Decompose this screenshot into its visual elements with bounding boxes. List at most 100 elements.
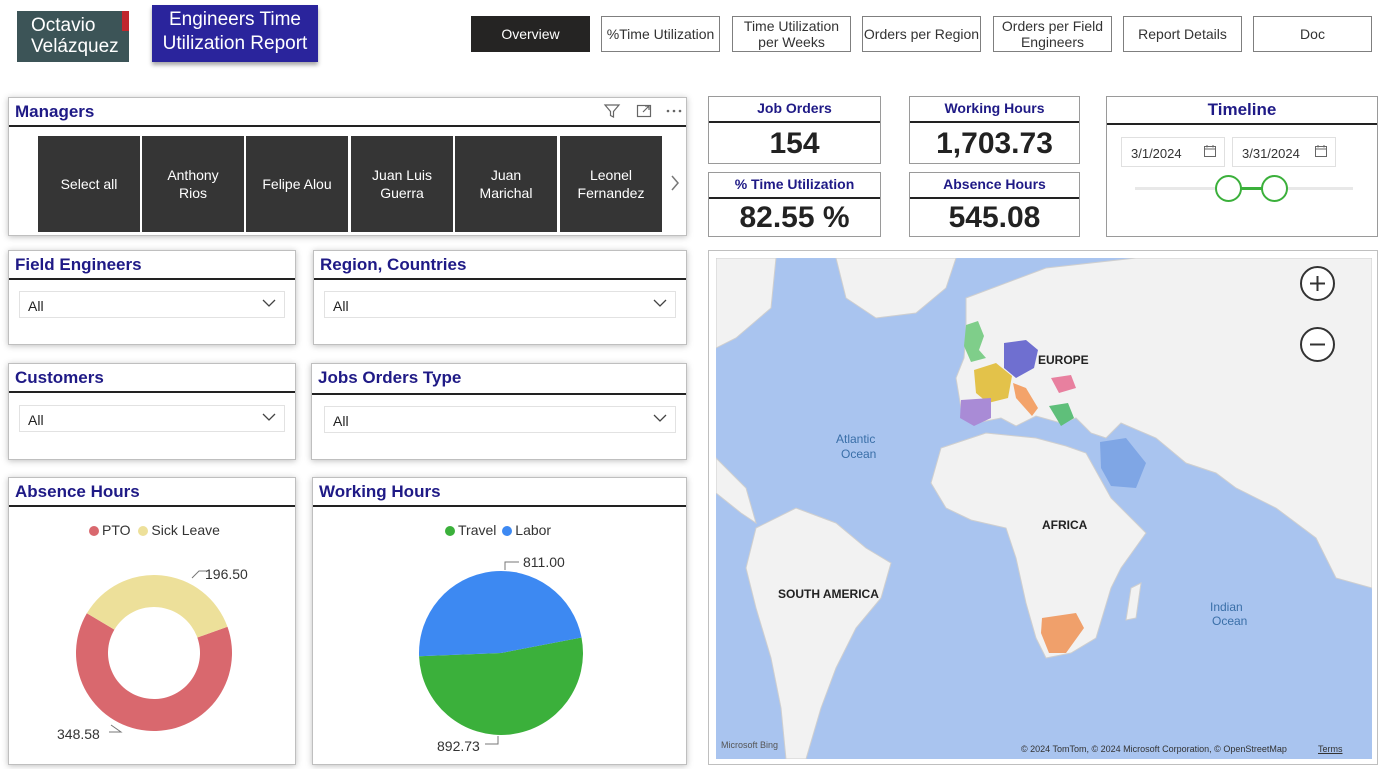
- timeline-title: Timeline: [1207, 100, 1277, 119]
- plus-icon: [1310, 276, 1325, 291]
- nav-doc-label: Doc: [1300, 26, 1325, 42]
- map-label-africa: AFRICA: [1042, 518, 1088, 532]
- chevron-down-icon: [653, 414, 667, 422]
- map-label-indian-ocean: Ocean: [1212, 614, 1247, 628]
- map-copyright: © 2024 TomTom, © 2024 Microsoft Corporat…: [1021, 744, 1287, 754]
- kpi-divider: [910, 121, 1079, 123]
- nav-report-details-label: Report Details: [1138, 26, 1227, 42]
- region-countries-dropdown[interactable]: All: [324, 291, 676, 318]
- job-orders-card: Job Orders 154: [708, 96, 881, 164]
- map-label-atlantic: Atlantic: [836, 432, 875, 446]
- nav-time-utilization-label: %Time Utilization: [606, 26, 715, 42]
- nav-utilization-weeks-button[interactable]: Time Utilization per Weeks: [732, 16, 851, 52]
- job-orders-type-dropdown[interactable]: All: [324, 406, 676, 433]
- field-engineers-slicer: Field Engineers All: [8, 250, 296, 345]
- logo-line-1: Octavio: [31, 15, 96, 36]
- kpi-value: 545.08: [948, 201, 1041, 234]
- label-leader-line: [485, 736, 499, 745]
- manager-tile-leonel-fernandez[interactable]: Leonel Fernandez: [560, 136, 662, 232]
- customers-title: Customers: [15, 368, 104, 387]
- kpi-label: Job Orders: [757, 100, 832, 116]
- working-pie-svg: [419, 561, 583, 745]
- calendar-icon: [1204, 145, 1216, 157]
- zoom-in-button[interactable]: [1300, 266, 1335, 301]
- more-options-icon[interactable]: [665, 102, 683, 120]
- slicer-divider: [312, 393, 686, 395]
- nav-doc-button[interactable]: Doc: [1253, 16, 1372, 52]
- data-label-travel: 892.73: [437, 738, 480, 754]
- next-arrow-icon[interactable]: [668, 172, 682, 194]
- data-label-labor: 811.00: [523, 554, 565, 570]
- calendar-icon: [1315, 145, 1327, 157]
- dropdown-value: All: [333, 298, 349, 314]
- report-title-line-1: Engineers Time: [168, 9, 301, 30]
- end-date-input[interactable]: 3/31/2024: [1232, 137, 1336, 167]
- kpi-divider: [709, 197, 880, 199]
- job-orders-type-slicer: Jobs Orders Type All: [311, 363, 687, 460]
- absence-donut-svg: [76, 570, 232, 733]
- manager-tile-felipe-alou[interactable]: Felipe Alou: [246, 136, 348, 232]
- chevron-down-icon: [262, 299, 276, 307]
- kpi-value: 82.55 %: [739, 201, 850, 234]
- customers-slicer: Customers All: [8, 363, 296, 460]
- zoom-out-button[interactable]: [1300, 327, 1335, 362]
- absence-hours-chart: Absence Hours PTO Sick Leave 196.50 348.…: [8, 477, 296, 765]
- slicer-divider: [314, 278, 686, 280]
- manager-tile-juan-luis-guerra[interactable]: Juan Luis Guerra: [351, 136, 453, 232]
- report-title-line-2: Utilization Report: [162, 33, 308, 54]
- nav-overview-label: Overview: [501, 26, 560, 42]
- nav-report-details-button[interactable]: Report Details: [1123, 16, 1242, 52]
- manager-tile-juan-marichal[interactable]: Juan Marichal: [455, 136, 557, 232]
- working-hours-chart: Working Hours Travel Labor 811.00 892.73: [312, 477, 687, 765]
- nav-orders-region-label: Orders per Region: [863, 26, 980, 42]
- minus-icon: [1310, 343, 1325, 346]
- dropdown-value: All: [28, 412, 44, 428]
- kpi-value: 1,703.73: [936, 127, 1053, 160]
- world-map[interactable]: EUROPE AFRICA SOUTH AMERICA Atlantic Oce…: [716, 258, 1372, 759]
- kpi-label: % Time Utilization: [734, 176, 855, 192]
- timeline-start-handle[interactable]: [1215, 175, 1242, 202]
- field-engineers-title: Field Engineers: [15, 255, 142, 274]
- manager-tile-label: Juan Luis Guerra: [372, 167, 432, 201]
- dropdown-value: All: [28, 298, 44, 314]
- customers-dropdown[interactable]: All: [19, 405, 285, 432]
- managers-title: Managers: [15, 102, 95, 121]
- map-terms-link[interactable]: Terms: [1318, 744, 1343, 754]
- logo-line-2: Velázquez: [31, 36, 119, 57]
- nav-orders-field-engineers-button[interactable]: Orders per Field Engineers: [993, 16, 1112, 52]
- timeline-divider: [1107, 123, 1377, 125]
- label-leader-line: [504, 561, 519, 570]
- working-hours-card: Working Hours 1,703.73: [909, 96, 1080, 164]
- absence-hours-card: Absence Hours 545.08: [909, 172, 1080, 237]
- data-label-sick-leave: 196.50: [205, 566, 248, 582]
- manager-tile-label: Juan Marichal: [479, 167, 533, 201]
- region-countries-title: Region, Countries: [320, 255, 467, 274]
- data-label-pto: 348.58: [57, 726, 100, 742]
- nav-time-utilization-button[interactable]: %Time Utilization: [601, 16, 720, 52]
- managers-title-divider: [9, 125, 686, 127]
- focus-mode-icon[interactable]: [635, 102, 653, 120]
- bing-logo: Microsoft Bing: [721, 740, 779, 750]
- start-date-value: 3/1/2024: [1131, 146, 1182, 161]
- nav-orders-region-button[interactable]: Orders per Region: [862, 16, 981, 52]
- end-date-value: 3/31/2024: [1242, 146, 1300, 161]
- filter-icon[interactable]: [603, 102, 621, 120]
- kpi-value: 154: [769, 127, 820, 160]
- manager-tile-select-all[interactable]: Select all: [38, 136, 140, 232]
- kpi-divider: [709, 121, 880, 123]
- start-date-input[interactable]: 3/1/2024: [1121, 137, 1225, 167]
- manager-tile-anthony-rios[interactable]: Anthony Rios: [142, 136, 244, 232]
- nav-orders-field-engineers-label: Orders per Field Engineers: [1001, 18, 1104, 50]
- nav-overview-button[interactable]: Overview: [471, 16, 590, 52]
- manager-tile-label: Select all: [60, 176, 118, 192]
- kpi-label: Absence Hours: [943, 176, 1046, 192]
- logo-accent: [122, 11, 129, 31]
- label-leader-line: [109, 724, 123, 733]
- kpi-divider: [910, 197, 1079, 199]
- chevron-down-icon: [262, 413, 276, 421]
- kpi-label: Working Hours: [944, 100, 1045, 116]
- timeline-end-handle[interactable]: [1261, 175, 1288, 202]
- field-engineers-dropdown[interactable]: All: [19, 291, 285, 318]
- slicer-divider: [9, 391, 295, 393]
- manager-tile-label: Leonel Fernandez: [577, 167, 645, 201]
